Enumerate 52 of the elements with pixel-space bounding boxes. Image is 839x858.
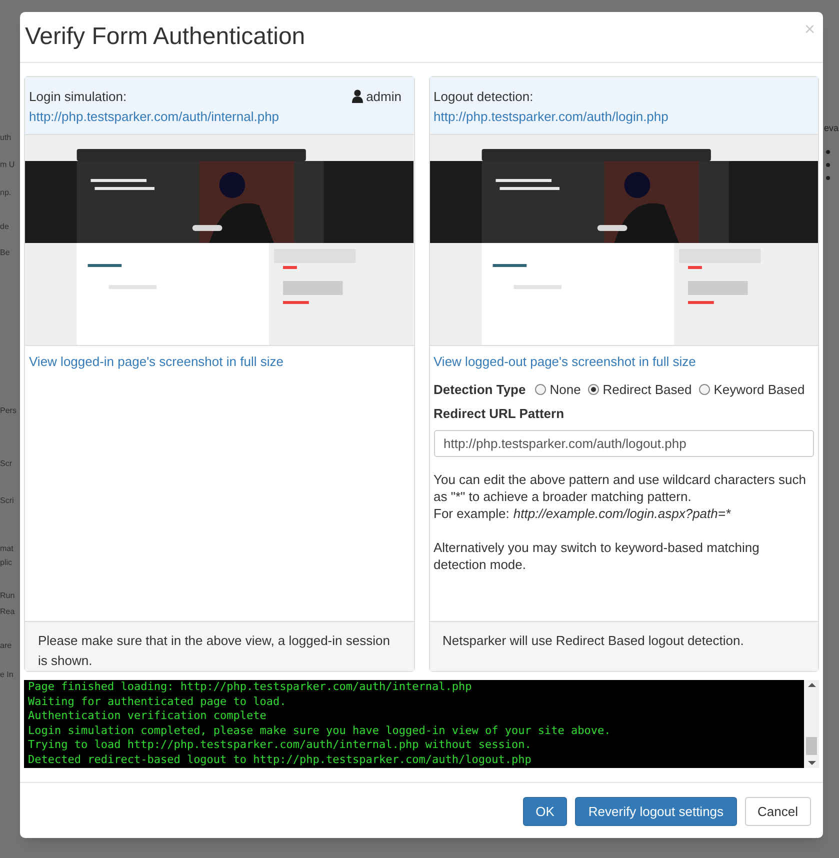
bullet-icon — [826, 163, 830, 167]
console-line: Page finished loading: http://php.testsparker.com/auth/internal.php — [28, 680, 473, 694]
panel-heading: Logout detection: — [434, 88, 534, 106]
background-text: Scri — [0, 496, 14, 506]
radio-button[interactable] — [534, 384, 546, 395]
console-line: Trying to load http://php.testsparker.com/auth/internal.php without session. — [28, 738, 532, 752]
background-text: plic — [0, 558, 12, 568]
background-text: Pers — [0, 406, 16, 416]
help-text: You can edit the above pattern and use wildcard characters such as "*" to achieve a broader matching pattern. — [434, 470, 807, 504]
url-link[interactable]: http://php.testsparker.com/auth/internal.php — [29, 108, 280, 124]
footer-note: Netsparker will use Redirect Based logout detection. — [442, 633, 744, 648]
help-text: For example: — [434, 504, 510, 522]
background-text: Be — [0, 248, 10, 258]
user-name: admin — [366, 88, 402, 106]
background-text: Rea — [0, 607, 15, 617]
dialog-button[interactable]: OK — [522, 797, 568, 826]
url-link[interactable]: http://php.testsparker.com/auth/login.php — [434, 108, 668, 124]
console-line: Detected redirect-based logout to http://php.testsparker.com/auth/logout.php — [28, 752, 532, 767]
background-text: e In — [0, 670, 14, 680]
background-text: de — [0, 222, 9, 232]
background-text: m U — [0, 160, 15, 170]
background-text: uth — [0, 133, 12, 143]
dialog-button[interactable]: Cancel — [744, 797, 811, 826]
panel-heading: Login simulation: — [29, 88, 128, 106]
console-line: Waiting for authenticated page to load. — [28, 694, 288, 709]
radio-option[interactable]: Keyword Based — [698, 380, 805, 399]
footer-note: Please make sure that in the above view, a logged-in session is shown. — [38, 633, 390, 668]
dialog-button[interactable]: Reverify logout settings — [575, 797, 737, 826]
full-size-link[interactable]: View logged-out page's screenshot in full size — [434, 354, 696, 369]
console-line: Login simulation completed, please make sure you have logged-in view of your site above. — [28, 724, 612, 738]
radio-option[interactable]: Redirect Based — [588, 380, 692, 399]
radio-option[interactable]: None — [534, 380, 581, 399]
bullet-icon — [826, 150, 830, 154]
background-text: np. — [0, 188, 12, 198]
example-url: http://example.com/login.aspx?path=* — [513, 504, 731, 522]
background-text: Run — [0, 591, 15, 601]
full-size-link[interactable]: View logged-in page's screenshot in full size — [29, 354, 284, 369]
radio-button[interactable] — [698, 384, 710, 395]
background-text: eva — [824, 122, 839, 135]
background-text: mat — [0, 544, 14, 554]
bullet-icon — [826, 176, 830, 180]
detection-type-label: Detection Type — [434, 380, 526, 399]
scrollbar[interactable] — [804, 680, 819, 768]
background-text: are — [0, 641, 12, 651]
background-text: Scr — [0, 459, 12, 469]
user-icon — [352, 89, 364, 103]
radio-button[interactable] — [588, 384, 599, 395]
pattern-input[interactable]: http://php.testsparker.com/auth/logout.php — [434, 430, 814, 456]
console-line: Authentication verification complete — [28, 709, 268, 724]
help-text: Alternatively you may switch to keyword-based matching detection mode. — [434, 538, 760, 572]
dialog-title: Verify Form Authentication — [25, 22, 306, 52]
pattern-label: Redirect URL Pattern — [434, 405, 566, 423]
